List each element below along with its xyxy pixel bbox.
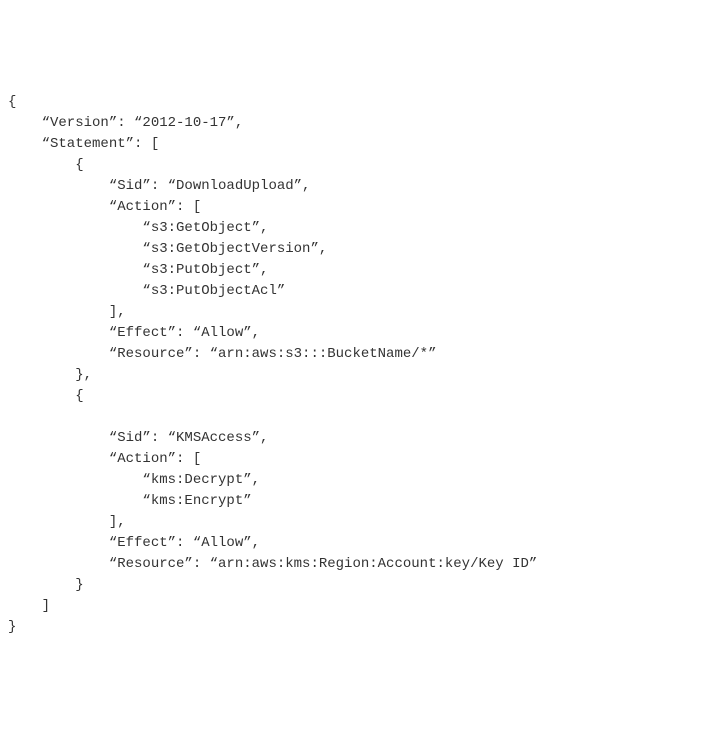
code-line: {: [8, 388, 84, 404]
code-line: “s3:PutObjectAcl”: [8, 283, 285, 299]
code-line: }: [8, 619, 16, 635]
code-line: },: [8, 367, 92, 383]
code-line: ]: [8, 598, 50, 614]
code-line: “Statement”: [: [8, 136, 159, 152]
code-line: ],: [8, 304, 126, 320]
code-line: “Resource”: “arn:aws:s3:::BucketName/*”: [8, 346, 436, 362]
code-line: “s3:PutObject”,: [8, 262, 268, 278]
iam-policy-code-block: { “Version”: “2012-10-17”, “Statement”: …: [8, 92, 694, 638]
code-line: “kms:Encrypt”: [8, 493, 252, 509]
code-line: {: [8, 157, 84, 173]
code-line: “Effect”: “Allow”,: [8, 325, 260, 341]
code-line: “Action”: [: [8, 199, 201, 215]
code-line: “s3:GetObject”,: [8, 220, 268, 236]
code-line: “Version”: “2012-10-17”,: [8, 115, 243, 131]
code-line: “kms:Decrypt”,: [8, 472, 260, 488]
code-line: ],: [8, 514, 126, 530]
code-line: }: [8, 577, 84, 593]
code-line: “Effect”: “Allow”,: [8, 535, 260, 551]
code-line: {: [8, 94, 16, 110]
code-line: “Action”: [: [8, 451, 201, 467]
code-line: “s3:GetObjectVersion”,: [8, 241, 327, 257]
code-line: “Sid”: “DownloadUpload”,: [8, 178, 310, 194]
code-line: “Sid”: “KMSAccess”,: [8, 430, 268, 446]
code-line: “Resource”: “arn:aws:kms:Region:Account:…: [8, 556, 537, 572]
